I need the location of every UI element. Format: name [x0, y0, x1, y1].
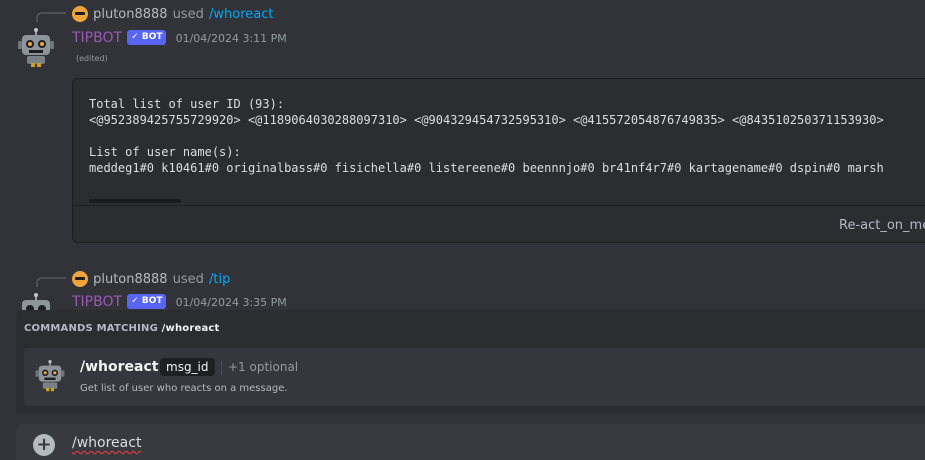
reply-command[interactable]: /tip [209, 272, 230, 287]
author-name[interactable]: TIPBOT [72, 294, 122, 310]
reply-username[interactable]: pluton8888 [93, 272, 167, 287]
code-content: Total list of user ID (93): <@95238942575… [89, 96, 884, 176]
reply-connector [36, 12, 66, 22]
edited-label: (edited) [76, 54, 108, 63]
command-suggestion[interactable]: /whoreact msg_id +1 optional Get list of… [24, 348, 925, 406]
message-header: TIPBOT ✓ BOT 01/04/2024 3:11 PM [72, 27, 287, 46]
sunglasses-face-icon [72, 270, 88, 287]
autocomplete-header: COMMANDS MATCHING /whoreact [24, 323, 220, 334]
message-input-bar[interactable]: + /whoreact [16, 424, 925, 460]
reply-header: pluton8888 used /tip [72, 268, 230, 287]
code-footer: Re-act_on_me [73, 205, 925, 242]
reply-used-text: used [172, 7, 204, 22]
message-input[interactable]: /whoreact [72, 435, 141, 451]
message-header: TIPBOT ✓ BOT 01/04/2024 3:35 PM [72, 291, 287, 310]
command-param[interactable]: msg_id [160, 358, 215, 376]
message-timestamp: 01/04/2024 3:35 PM [175, 296, 287, 309]
robot-icon[interactable] [16, 28, 56, 68]
reply-command[interactable]: /whoreact [209, 7, 273, 22]
command-autocomplete-panel: COMMANDS MATCHING /whoreact /whoreact ms… [16, 310, 925, 414]
command-optional-count: +1 optional [228, 360, 299, 374]
reply-used-text: used [172, 272, 204, 287]
code-line: List of user name(s): [89, 145, 241, 159]
reply-connector [36, 277, 66, 287]
message-timestamp: 01/04/2024 3:11 PM [175, 32, 287, 45]
command-name: /whoreact [80, 359, 159, 375]
code-line: <@952389425755729920> <@1189064030288097… [89, 113, 884, 127]
reply-header: pluton8888 used /whoreact [72, 3, 274, 22]
code-block: Total list of user ID (93): <@95238942575… [72, 78, 925, 243]
reply-username[interactable]: pluton8888 [93, 7, 167, 22]
plus-circle-icon[interactable]: + [33, 434, 55, 456]
author-name[interactable]: TIPBOT [72, 30, 122, 46]
command-description: Get list of user who reacts on a message… [80, 383, 288, 394]
react-on-me-button[interactable]: Re-act_on_me [839, 218, 925, 233]
robot-icon [35, 360, 65, 392]
code-scrollbar[interactable] [89, 199, 181, 203]
sunglasses-face-icon [72, 5, 88, 22]
autocomplete-header-query: /whoreact [161, 323, 220, 334]
param-divider [221, 361, 222, 375]
bot-badge: ✓ BOT [127, 30, 167, 45]
code-line: Total list of user ID (93): [89, 97, 285, 111]
bot-badge: ✓ BOT [127, 294, 167, 309]
code-line: meddeg1#0 k10461#0 originalbass#0 fisich… [89, 161, 884, 175]
autocomplete-header-prefix: COMMANDS MATCHING [24, 323, 158, 334]
